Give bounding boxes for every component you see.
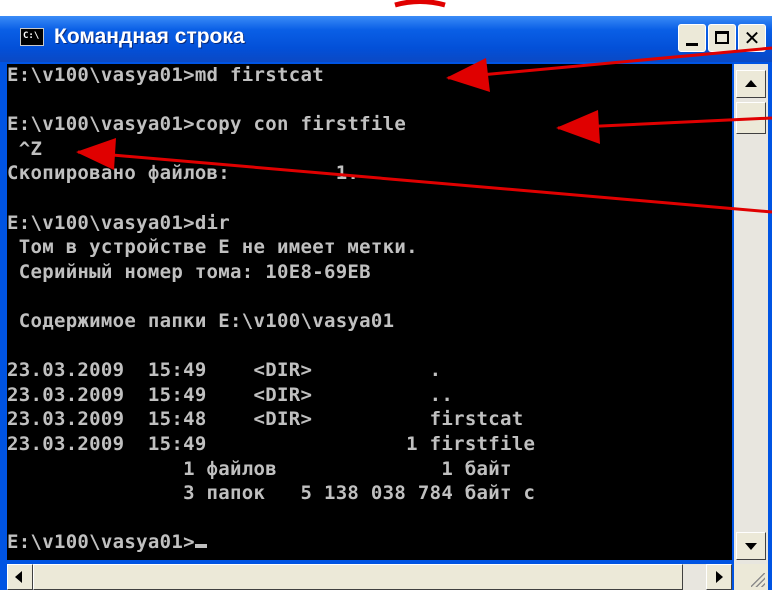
vertical-scroll-thumb[interactable] bbox=[736, 102, 766, 134]
arrow-left-icon bbox=[15, 571, 22, 583]
prompt-text: E:\v100\vasya01> bbox=[7, 531, 195, 554]
vertical-scrollbar[interactable] bbox=[734, 64, 768, 564]
console-line: E:\v100\vasya01>dir bbox=[7, 211, 231, 234]
command-prompt-window: C:\ Командная строка ✕ E:\v100\vasya01>m… bbox=[0, 16, 772, 590]
arrow-down-icon bbox=[745, 543, 757, 550]
console-line: Серийный номер тома: 10E8-69EB bbox=[7, 260, 371, 283]
console-line: 23.03.2009 15:49 1 firstfile bbox=[7, 432, 536, 455]
console-line: 3 папок 5 138 038 784 байт с bbox=[7, 482, 536, 505]
maximize-button[interactable] bbox=[708, 24, 736, 52]
prompt-line[interactable]: E:\v100\vasya01> bbox=[7, 531, 732, 556]
horizontal-scroll-thumb[interactable] bbox=[33, 564, 683, 590]
text-cursor bbox=[194, 544, 207, 549]
scroll-right-button[interactable] bbox=[706, 564, 732, 590]
arrow-right-icon bbox=[716, 571, 723, 583]
console-line: Том в устройстве E не имеет метки. bbox=[7, 236, 418, 259]
console-line: 1 файлов 1 байт bbox=[7, 457, 512, 480]
arrow-up-icon bbox=[745, 80, 757, 87]
console-line: 23.03.2009 15:49 <DIR> .. bbox=[7, 383, 454, 406]
console-output[interactable]: E:\v100\vasya01>md firstcat E:\v100\vasy… bbox=[7, 64, 732, 560]
maximize-icon bbox=[715, 31, 729, 44]
console-line: ^Z bbox=[7, 137, 43, 160]
console-line: 23.03.2009 15:49 <DIR> . bbox=[7, 359, 442, 382]
minimize-button[interactable] bbox=[678, 24, 706, 52]
resize-grip[interactable] bbox=[734, 564, 768, 590]
console-line: E:\v100\vasya01>copy con firstfile bbox=[7, 113, 407, 136]
scroll-up-button[interactable] bbox=[736, 70, 766, 98]
scroll-down-button[interactable] bbox=[736, 532, 766, 560]
resize-grip-icon bbox=[751, 573, 765, 587]
console-line: E:\v100\vasya01>md firstcat bbox=[7, 64, 324, 86]
top-red-mark bbox=[394, 0, 446, 8]
title-bar[interactable]: C:\ Командная строка ✕ bbox=[0, 16, 772, 62]
close-icon: ✕ bbox=[743, 26, 761, 50]
console-line: 23.03.2009 15:48 <DIR> firstcat bbox=[7, 408, 524, 431]
cmd-icon[interactable]: C:\ bbox=[20, 28, 44, 46]
horizontal-scrollbar[interactable] bbox=[7, 564, 732, 590]
minimize-icon bbox=[686, 43, 698, 46]
console-line: Скопировано файлов: 1. bbox=[7, 162, 360, 185]
window-title: Командная строка bbox=[54, 25, 245, 48]
scroll-left-button[interactable] bbox=[7, 564, 33, 590]
close-button[interactable]: ✕ bbox=[738, 24, 766, 52]
console-line: Содержимое папки E:\v100\vasya01 bbox=[7, 309, 395, 332]
